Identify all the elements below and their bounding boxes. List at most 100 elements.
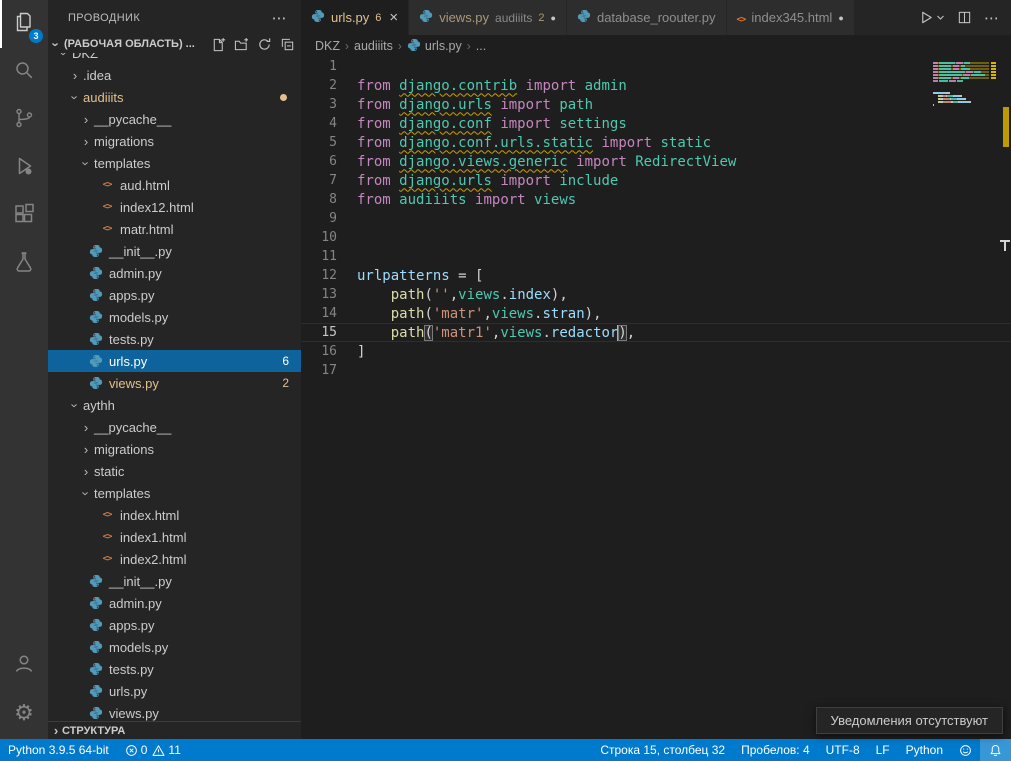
activity-settings-button[interactable]: ⚙	[0, 689, 48, 737]
code-token	[391, 135, 399, 151]
code-line-5[interactable]: 5from django.conf.urls.static import sta…	[301, 133, 1011, 152]
tab-index345.html[interactable]: <>index345.html●	[727, 0, 855, 35]
code-line-11[interactable]: 11	[301, 247, 1011, 266]
activity-testing-button[interactable]	[0, 240, 48, 288]
run-button[interactable]	[919, 10, 945, 25]
encoding-status[interactable]: UTF-8	[818, 739, 868, 761]
line-content: path('',views.index),	[357, 287, 568, 303]
eol-status[interactable]: LF	[868, 739, 898, 761]
breadcrumb-item-audiiits[interactable]: audiiits	[354, 39, 393, 53]
code-line-13[interactable]: 13 path('',views.index),	[301, 285, 1011, 304]
tree-item-models.py[interactable]: models.py	[48, 306, 301, 328]
outline-section-header[interactable]: › СТРУКТУРА	[48, 721, 301, 739]
tree-item-urls.py[interactable]: urls.py	[48, 680, 301, 702]
code-line-17[interactable]: 17	[301, 361, 1011, 380]
tree-item-tests.py[interactable]: tests.py	[48, 658, 301, 680]
tree-item-templates[interactable]: ›templates	[48, 152, 301, 174]
tree-item-admin.py[interactable]: admin.py	[48, 262, 301, 284]
code-line-7[interactable]: 7from django.urls import include	[301, 171, 1011, 190]
refresh-icon[interactable]	[257, 37, 272, 52]
tree-item-migrations[interactable]: ›migrations	[48, 130, 301, 152]
code-token	[391, 192, 399, 208]
breadcrumb-item-urls.py[interactable]: urls.py	[407, 38, 462, 55]
language-mode-status[interactable]: Python	[898, 739, 951, 761]
more-actions-icon[interactable]: ⋯	[272, 9, 287, 27]
activity-run-debug-button[interactable]	[0, 144, 48, 192]
split-editor-icon[interactable]	[957, 10, 972, 25]
minimap-segment	[946, 92, 951, 94]
code-line-16[interactable]: 16]	[301, 342, 1011, 361]
tree-item-__pycache__[interactable]: ›__pycache__	[48, 416, 301, 438]
activity-extensions-button[interactable]	[0, 192, 48, 240]
code-line-15[interactable]: 15 path('matr1',views.redactor),	[301, 323, 1011, 342]
tab-urls.py[interactable]: urls.py6×	[301, 0, 409, 35]
code-token: include	[559, 173, 618, 189]
feedback-button[interactable]	[951, 739, 980, 761]
python-file-icon	[88, 243, 104, 259]
notifications-bell-button[interactable]	[980, 739, 1011, 761]
activity-account-button[interactable]	[0, 641, 48, 689]
tab-database_roouter.py[interactable]: database_roouter.py	[567, 0, 727, 35]
tree-item-index.html[interactable]: <>index.html	[48, 504, 301, 526]
python-interpreter-status[interactable]: Python 3.9.5 64-bit	[0, 739, 117, 761]
tree-item-apps.py[interactable]: apps.py	[48, 614, 301, 636]
tree-item-views.py[interactable]: views.py2	[48, 372, 301, 394]
code-line-12[interactable]: 12urlpatterns = [	[301, 266, 1011, 285]
more-actions-icon[interactable]: ⋯	[984, 9, 999, 27]
tree-item-__init__.py[interactable]: __init__.py	[48, 240, 301, 262]
tree-item-apps.py[interactable]: apps.py	[48, 284, 301, 306]
notification-toast[interactable]: Уведомления отсутствуют	[816, 707, 1003, 734]
overview-ruler[interactable]	[1000, 57, 1011, 739]
indentation-status[interactable]: Пробелов: 4	[733, 739, 818, 761]
minimap[interactable]	[933, 59, 997, 110]
tree-item-audiiits[interactable]: ›audiiits	[48, 86, 301, 108]
tree-item-label: .idea	[83, 68, 111, 83]
minimap-line	[933, 77, 989, 79]
cursor-position-status[interactable]: Строка 15, столбец 32	[592, 739, 733, 761]
tree-item-static[interactable]: ›static	[48, 460, 301, 482]
code-line-10[interactable]: 10	[301, 228, 1011, 247]
code-token	[357, 325, 391, 341]
code-line-4[interactable]: 4from django.conf import settings	[301, 114, 1011, 133]
code-token: (	[424, 287, 432, 303]
tree-item-__init__.py[interactable]: __init__.py	[48, 570, 301, 592]
code-line-14[interactable]: 14 path('matr',views.stran),	[301, 304, 1011, 323]
tree-item-migrations[interactable]: ›migrations	[48, 438, 301, 460]
tree-item-models.py[interactable]: models.py	[48, 636, 301, 658]
tree-item-.idea[interactable]: ›.idea	[48, 64, 301, 86]
tab-problems-badge: 2	[538, 12, 544, 24]
activity-source-control-button[interactable]	[0, 96, 48, 144]
code-token: stran	[542, 306, 584, 322]
workspace-section-header[interactable]: › (РАБОЧАЯ ОБЛАСТЬ) ...	[48, 35, 301, 53]
tree-item-aud.html[interactable]: <>aud.html	[48, 174, 301, 196]
code-token	[357, 306, 391, 322]
breadcrumb-item-...[interactable]: ...	[476, 39, 486, 53]
tree-item-matr.html[interactable]: <>matr.html	[48, 218, 301, 240]
tab-views.py[interactable]: views.pyaudiiits2●	[409, 0, 567, 35]
tree-item-__pycache__[interactable]: ›__pycache__	[48, 108, 301, 130]
status-bar-right: Строка 15, столбец 32 Пробелов: 4 UTF-8 …	[592, 739, 1011, 761]
code-line-2[interactable]: 2from django.contrib import admin	[301, 76, 1011, 95]
activity-search-button[interactable]	[0, 48, 48, 96]
tree-item-tests.py[interactable]: tests.py	[48, 328, 301, 350]
new-folder-icon[interactable]	[234, 37, 249, 52]
code-line-1[interactable]: 1	[301, 57, 1011, 76]
code-line-9[interactable]: 9	[301, 209, 1011, 228]
breadcrumb-item-DKZ[interactable]: DKZ	[315, 39, 340, 53]
code-line-3[interactable]: 3from django.urls import path	[301, 95, 1011, 114]
tree-item-index12.html[interactable]: <>index12.html	[48, 196, 301, 218]
collapse-all-icon[interactable]	[280, 37, 295, 52]
code-line-8[interactable]: 8from audiiits import views	[301, 190, 1011, 209]
new-file-icon[interactable]	[211, 37, 226, 52]
tree-item-admin.py[interactable]: admin.py	[48, 592, 301, 614]
tree-item-aythh[interactable]: ›aythh	[48, 394, 301, 416]
activity-explorer-button[interactable]: 3	[0, 0, 48, 48]
code-line-6[interactable]: 6from django.views.generic import Redire…	[301, 152, 1011, 171]
tree-item-index1.html[interactable]: <>index1.html	[48, 526, 301, 548]
close-icon[interactable]: ×	[389, 9, 398, 26]
tree-item-index2.html[interactable]: <>index2.html	[48, 548, 301, 570]
tree-item-templates[interactable]: ›templates	[48, 482, 301, 504]
code-editor[interactable]: 12from django.contrib import admin3from …	[301, 57, 1011, 739]
tree-item-urls.py[interactable]: urls.py6	[48, 350, 301, 372]
problems-status[interactable]: 0 11	[117, 739, 189, 761]
